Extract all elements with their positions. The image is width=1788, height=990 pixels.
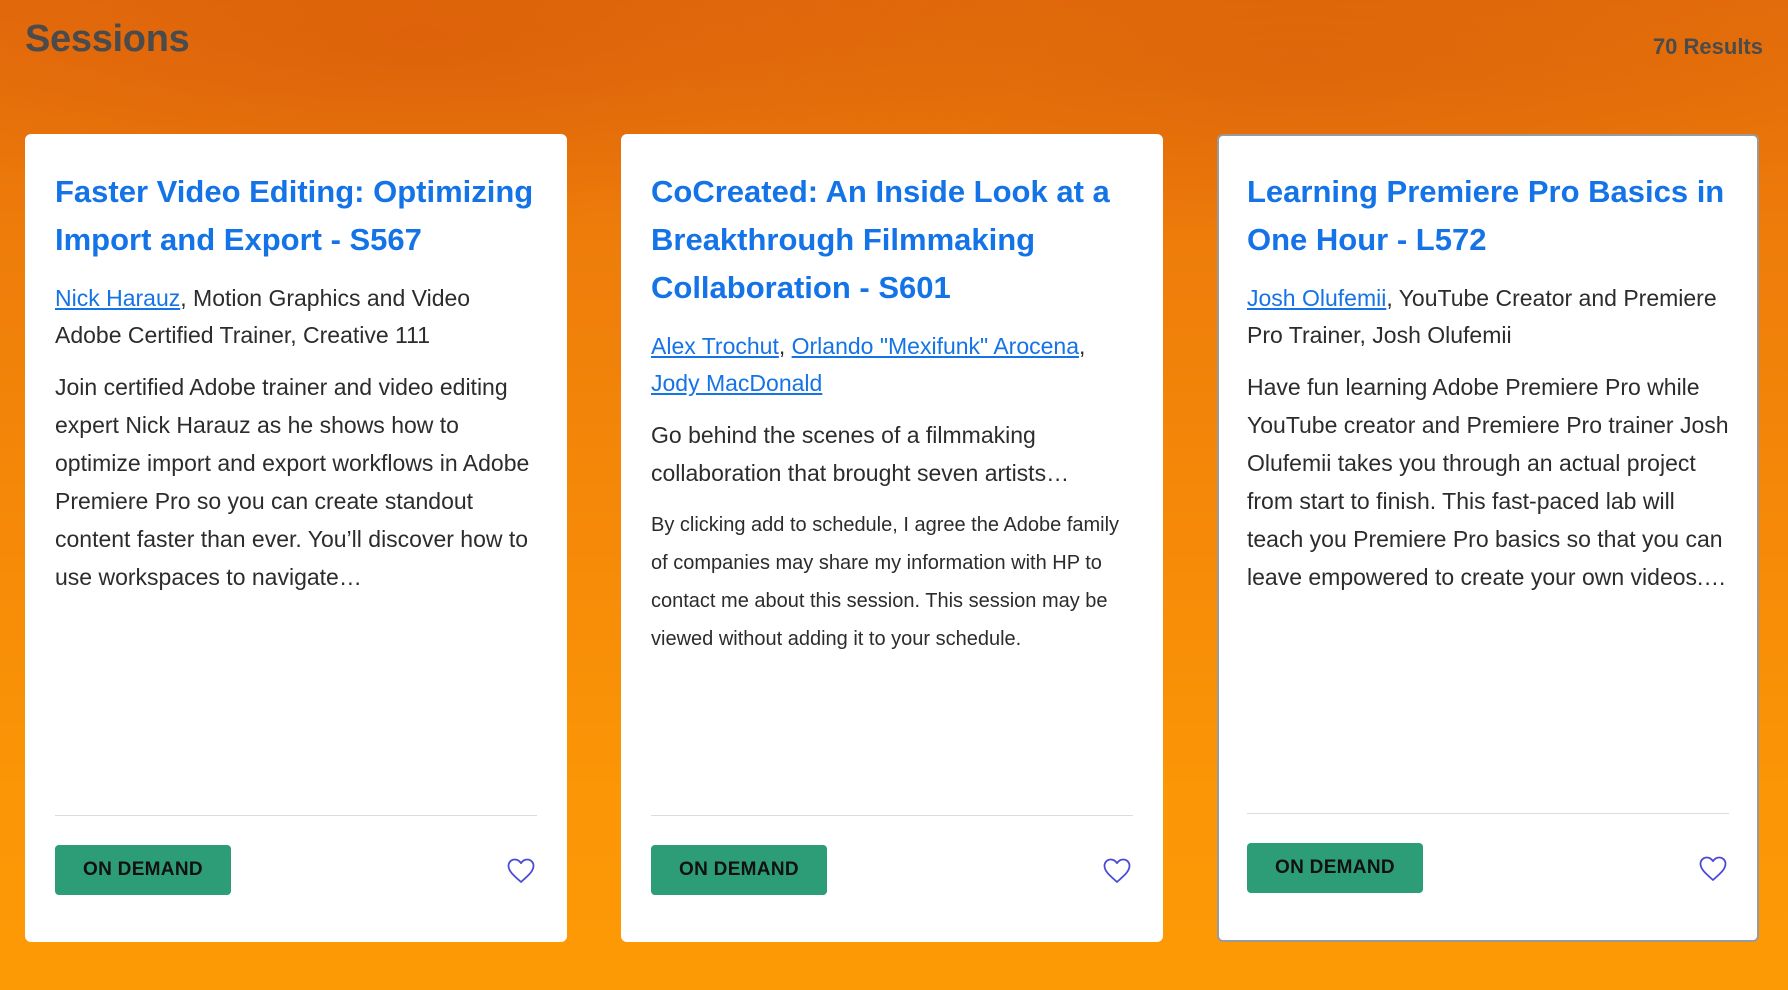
schedule-consent-text: By clicking add to schedule, I agree the… — [651, 514, 1120, 650]
speaker-separator: , — [1079, 333, 1086, 359]
session-card[interactable]: Faster Video Editing: Optimizing Import … — [25, 134, 567, 942]
speaker-info: Alex Trochut, Orlando "Mexifunk" Arocena… — [651, 328, 1133, 402]
session-title-link[interactable]: CoCreated: An Inside Look at a Breakthro… — [651, 168, 1133, 312]
on-demand-badge: ON DEMAND — [55, 845, 231, 895]
heart-outline-icon[interactable] — [1699, 856, 1727, 882]
session-title-link[interactable]: Faster Video Editing: Optimizing Import … — [55, 168, 537, 264]
speaker-info: Josh Olufemii, YouTube Creator and Premi… — [1247, 280, 1729, 354]
card-footer: ON DEMAND — [1247, 813, 1729, 940]
speaker-link[interactable]: Josh Olufemii — [1247, 285, 1386, 311]
on-demand-badge: ON DEMAND — [1247, 843, 1423, 893]
card-footer: ON DEMAND — [651, 815, 1133, 942]
on-demand-badge: ON DEMAND — [651, 845, 827, 895]
speaker-link[interactable]: Jody MacDonald — [651, 370, 822, 396]
session-description: Join certified Adobe trainer and video e… — [55, 374, 530, 590]
heart-outline-icon[interactable] — [1103, 858, 1131, 884]
session-card[interactable]: Learning Premiere Pro Basics in One Hour… — [1217, 134, 1759, 942]
session-card[interactable]: CoCreated: An Inside Look at a Breakthro… — [621, 134, 1163, 942]
speaker-link[interactable]: Alex Trochut — [651, 333, 779, 359]
speaker-link[interactable]: Nick Harauz — [55, 285, 180, 311]
session-description: Have fun learning Adobe Premiere Pro whi… — [1247, 374, 1729, 590]
heart-outline-icon[interactable] — [507, 858, 535, 884]
session-title-link[interactable]: Learning Premiere Pro Basics in One Hour… — [1247, 168, 1729, 264]
speaker-separator: , — [778, 333, 792, 359]
session-card-list: Faster Video Editing: Optimizing Import … — [25, 134, 1759, 942]
page-header: Sessions 70 Results — [25, 18, 1763, 68]
speaker-link[interactable]: Orlando "Mexifunk" Arocena — [792, 333, 1079, 359]
page-title: Sessions — [25, 18, 190, 60]
session-description: Go behind the scenes of a filmmaking col… — [651, 422, 1070, 486]
speaker-info: Nick Harauz, Motion Graphics and Video A… — [55, 280, 537, 354]
card-footer: ON DEMAND — [55, 815, 537, 942]
results-count: 70 Results — [1652, 34, 1763, 59]
